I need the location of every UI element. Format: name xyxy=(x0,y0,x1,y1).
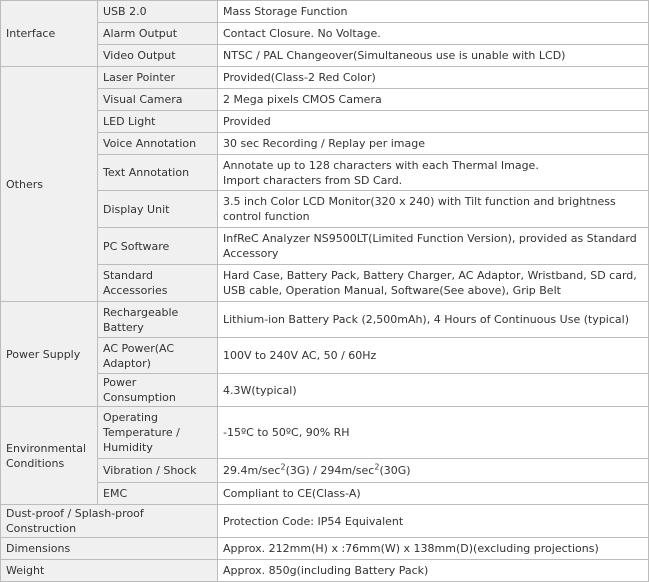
value-cell: Annotate up to 128 characters with each … xyxy=(217,154,649,191)
category-cell: Dimensions xyxy=(0,537,218,560)
table-row: Others Laser Pointer Provided(Class-2 Re… xyxy=(0,66,649,302)
value-cell: 3.5 inch Color LCD Monitor(320 x 240) wi… xyxy=(217,190,649,228)
value-cell: Lithium-ion Battery Pack (2,500mAh), 4 H… xyxy=(217,301,649,338)
table-row: Power Supply Rechargeable Battery Lithiu… xyxy=(0,301,649,407)
table-row: Environmental Conditions Operating Tempe… xyxy=(0,406,649,505)
category-cell: Environmental Conditions xyxy=(0,406,98,505)
table-row: Dust-proof / Splash-proof Construction P… xyxy=(0,504,649,538)
table-row: Text Annotation Annotate up to 128 chara… xyxy=(1,154,649,191)
value-cell: 4.3W(typical) xyxy=(217,373,649,407)
item-cell: Operating Temperature / Humidity xyxy=(97,406,218,459)
table-row: Voice Annotation 30 sec Recording / Repl… xyxy=(1,132,649,155)
value-cell: Protection Code: IP54 Equivalent xyxy=(217,504,649,538)
value-cell: NTSC / PAL Changeover(Simultaneous use i… xyxy=(217,44,649,67)
item-cell: Power Consumption xyxy=(97,373,218,407)
table-row: Weight Approx. 850g(including Battery Pa… xyxy=(0,559,649,582)
item-cell: AC Power(AC Adaptor) xyxy=(97,337,218,374)
item-cell: EMC xyxy=(97,482,218,505)
item-cell: Video Output xyxy=(97,44,218,67)
value-cell: 30 sec Recording / Replay per image xyxy=(217,132,649,155)
value-part: (30G) xyxy=(379,464,411,477)
value-cell: -15ºC to 50ºC, 90% RH xyxy=(217,406,649,459)
value-cell: InfReC Analyzer NS9500LT(Limited Functio… xyxy=(217,227,649,265)
item-cell: PC Software xyxy=(97,227,218,265)
table-row: Interface USB 2.0 Mass Storage Function xyxy=(0,0,649,67)
category-cell: Power Supply xyxy=(0,301,98,407)
table-row: EMC Compliant to CE(Class-A) xyxy=(1,482,649,505)
value-cell: Compliant to CE(Class-A) xyxy=(217,482,649,505)
value-cell: 2 Mega pixels CMOS Camera xyxy=(217,88,649,111)
category-cell: Others xyxy=(0,66,98,302)
item-cell: Visual Camera xyxy=(97,88,218,111)
table-row: Display Unit 3.5 inch Color LCD Monitor(… xyxy=(1,190,649,228)
table-row: AC Power(AC Adaptor) 100V to 240V AC, 50… xyxy=(1,337,649,374)
table-row: Video Output NTSC / PAL Changeover(Simul… xyxy=(1,44,649,67)
specifications-table: Interface USB 2.0 Mass Storage Function … xyxy=(0,0,649,582)
table-row: Alarm Output Contact Closure. No Voltage… xyxy=(1,22,649,45)
table-row: Power Consumption 4.3W(typical) xyxy=(1,373,649,407)
table-row: PC Software InfReC Analyzer NS9500LT(Lim… xyxy=(1,227,649,265)
value-part: 29.4m/sec xyxy=(223,464,281,477)
value-cell: 29.4m/sec2(3G) / 294m/sec2(30G) xyxy=(217,458,649,483)
value-cell: 100V to 240V AC, 50 / 60Hz xyxy=(217,337,649,374)
value-line: Annotate up to 128 characters with each … xyxy=(223,158,539,172)
value-cell: Contact Closure. No Voltage. xyxy=(217,22,649,45)
item-cell: Rechargeable Battery xyxy=(97,301,218,338)
category-cell: Weight xyxy=(0,559,218,582)
table-row: Dimensions Approx. 212mm(H) x :76mm(W) x… xyxy=(0,537,649,560)
item-cell: Text Annotation xyxy=(97,154,218,191)
category-cell: Interface xyxy=(0,0,98,67)
item-cell: Vibration / Shock xyxy=(97,458,218,483)
table-row: Visual Camera 2 Mega pixels CMOS Camera xyxy=(1,88,649,111)
table-row: LED Light Provided xyxy=(1,110,649,133)
item-cell: Alarm Output xyxy=(97,22,218,45)
item-cell: Voice Annotation xyxy=(97,132,218,155)
value-cell: Mass Storage Function xyxy=(217,0,649,23)
value-cell: Provided(Class-2 Red Color) xyxy=(217,66,649,89)
value-cell: Approx. 212mm(H) x :76mm(W) x 138mm(D)(e… xyxy=(217,537,649,560)
value-line: Import characters from SD Card. xyxy=(223,173,403,187)
item-cell: Display Unit xyxy=(97,190,218,228)
value-part: (3G) / 294m/sec xyxy=(285,464,375,477)
value-cell: Provided xyxy=(217,110,649,133)
category-cell: Dust-proof / Splash-proof Construction xyxy=(0,504,218,538)
item-cell: Laser Pointer xyxy=(97,66,218,89)
value-cell: Hard Case, Battery Pack, Battery Charger… xyxy=(217,264,649,302)
item-cell: Standard Accessories xyxy=(97,264,218,302)
item-cell: LED Light xyxy=(97,110,218,133)
item-cell: USB 2.0 xyxy=(97,0,218,23)
table-row: Standard Accessories Hard Case, Battery … xyxy=(1,264,649,302)
table-row: Vibration / Shock 29.4m/sec2(3G) / 294m/… xyxy=(1,458,649,483)
value-cell: Approx. 850g(including Battery Pack) xyxy=(217,559,649,582)
